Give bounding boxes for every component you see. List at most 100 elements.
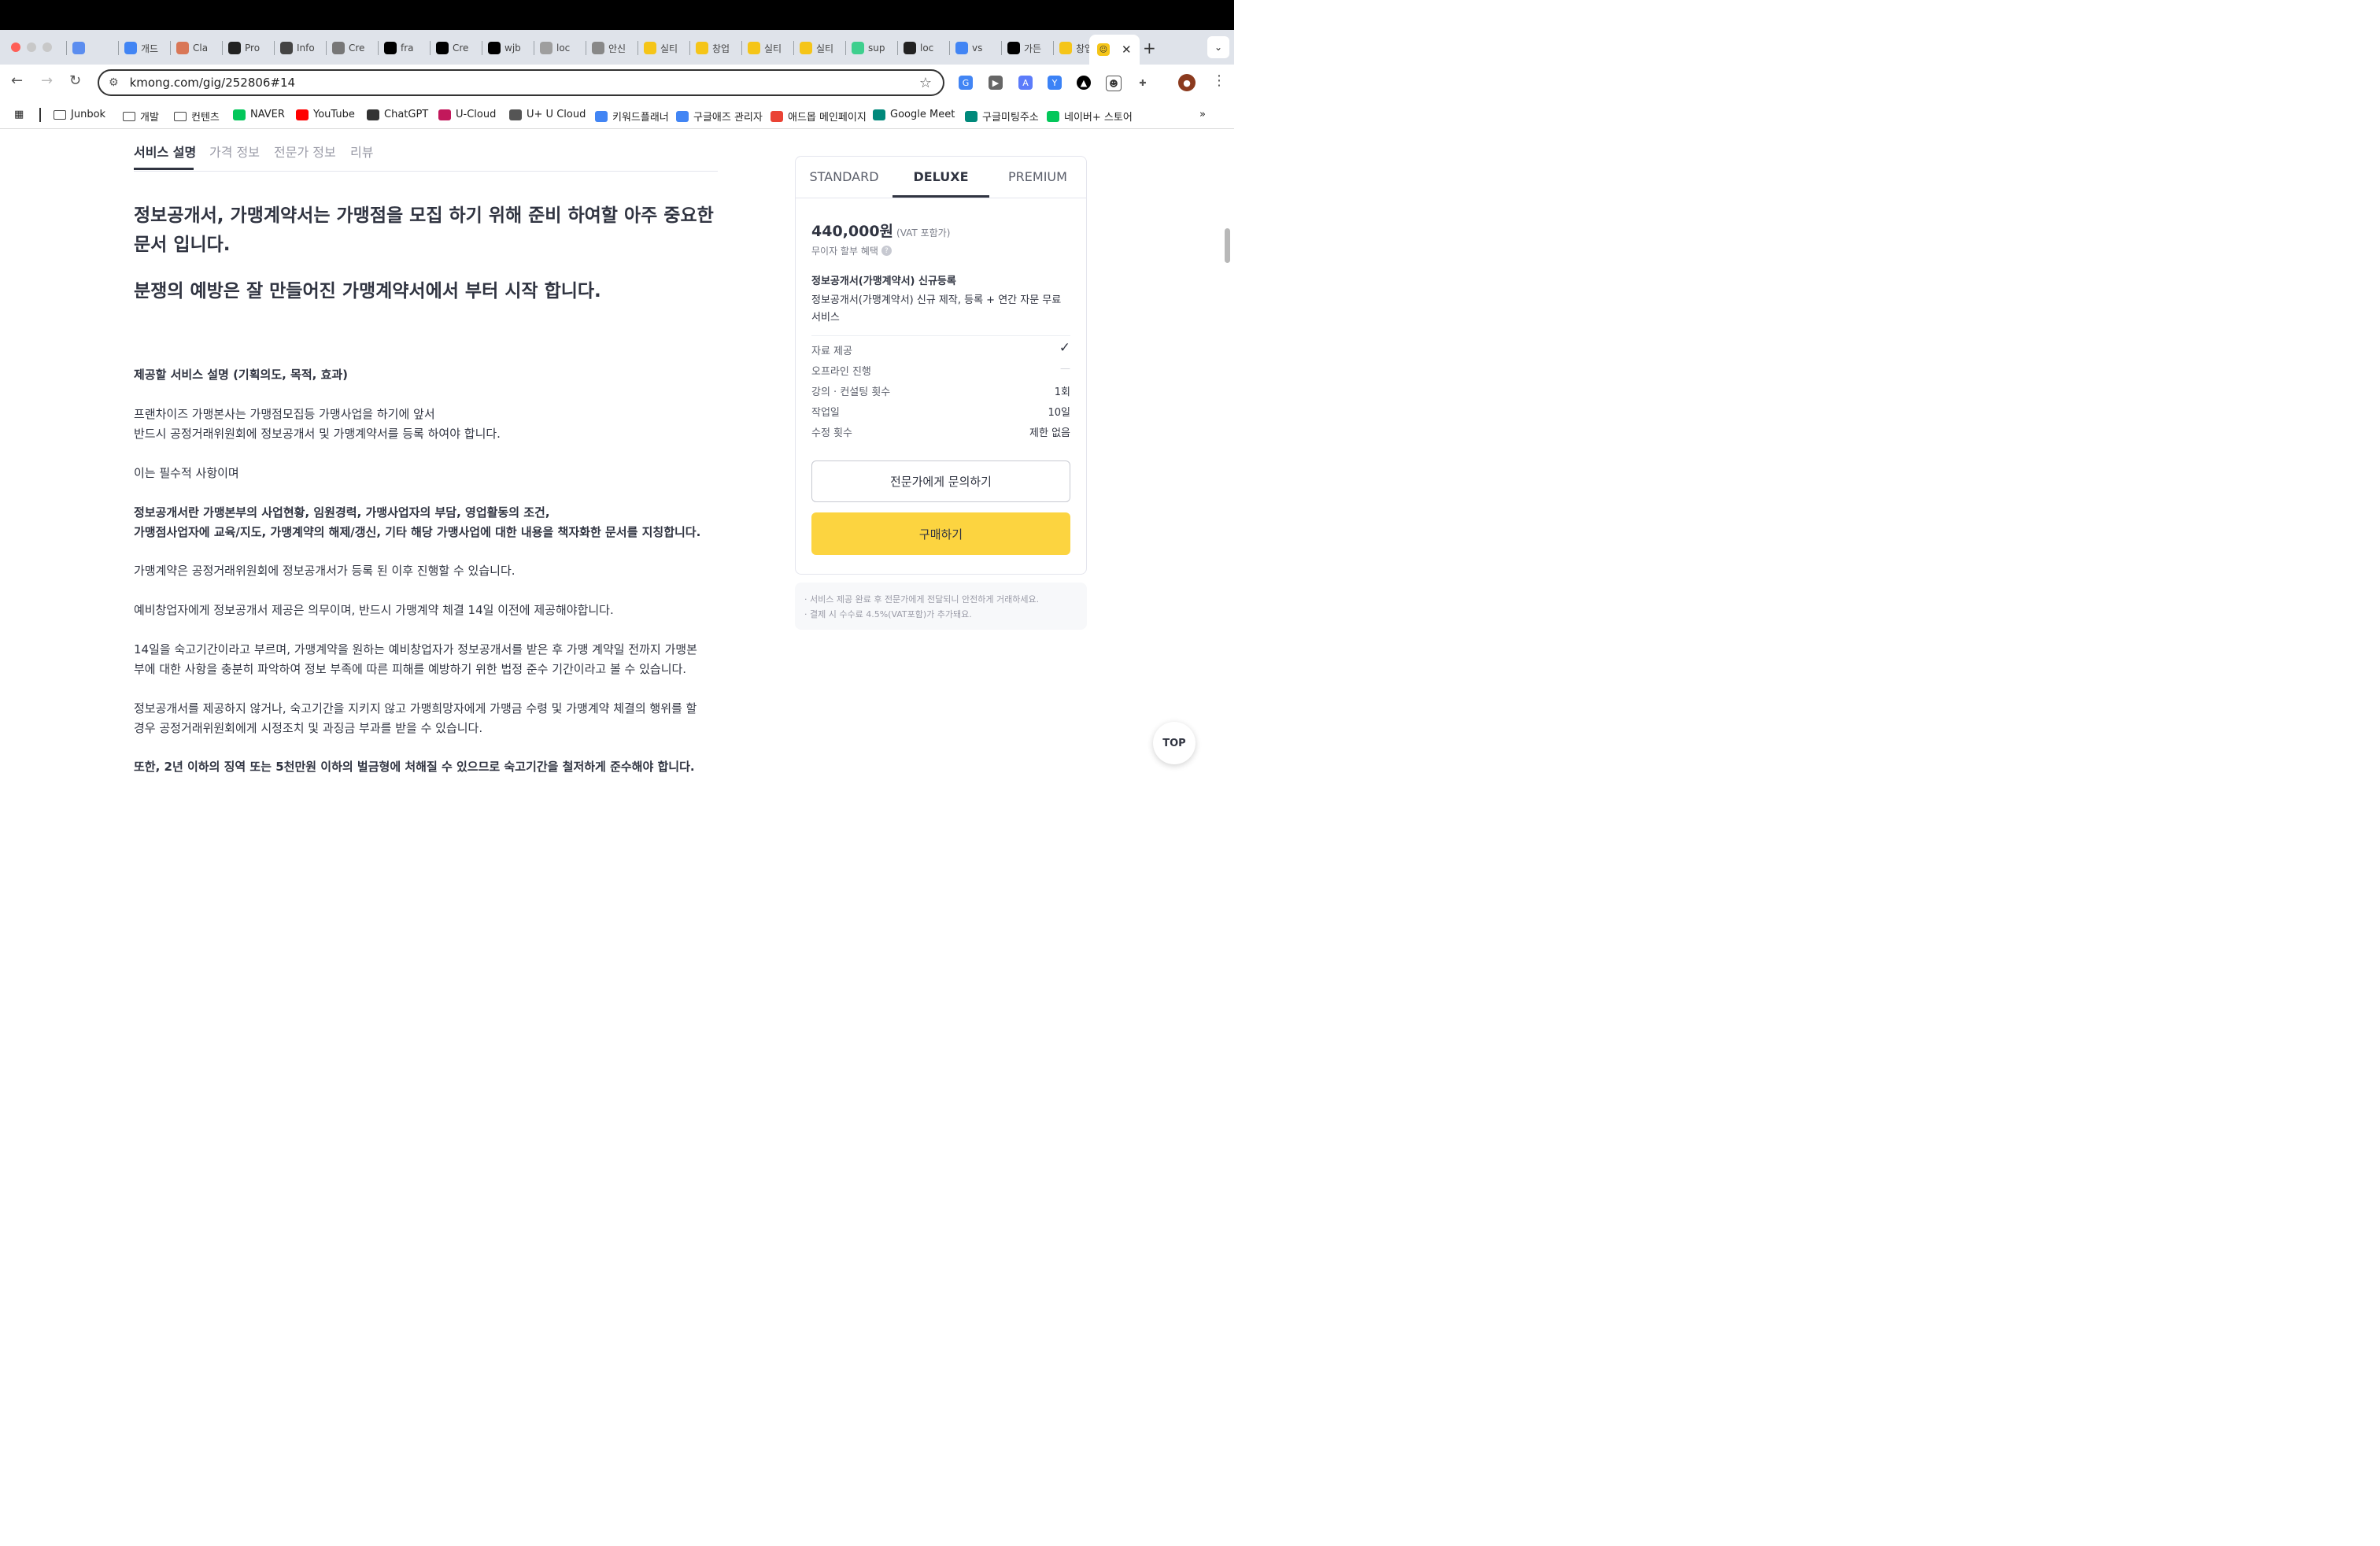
browser-tab-label: Cre <box>453 43 469 54</box>
tab-separator <box>170 41 171 55</box>
tab-separator <box>118 41 119 55</box>
browser-tab[interactable]: 실티 <box>800 38 842 58</box>
browser-tab[interactable]: 개드 <box>124 38 167 58</box>
bookmark-item[interactable]: Google Meet <box>873 109 955 120</box>
bookmark-item[interactable]: Junbok <box>54 109 105 120</box>
browser-tab[interactable]: 가든 <box>1007 38 1050 58</box>
admob-icon <box>771 110 783 122</box>
tab-premium[interactable]: PREMIUM <box>989 169 1086 184</box>
dev-extension-icon[interactable]: Y <box>1048 76 1062 90</box>
feature-row-materials: 자료 제공 ✓ <box>811 342 1070 358</box>
tab-separator <box>741 41 742 55</box>
google-ads-icon <box>595 110 608 122</box>
site-info-icon[interactable]: ⚙ <box>109 76 119 89</box>
browser-tab[interactable]: Info <box>280 38 323 58</box>
browser-tab-label: fra <box>401 43 414 54</box>
tab-favicon-icon <box>696 42 708 54</box>
tab-reviews[interactable]: 리뷰 <box>350 142 373 161</box>
address-bar[interactable]: ⚙ kmong.com/gig/252806#14 ☆ <box>98 69 944 96</box>
page-scrollbar[interactable] <box>1225 228 1230 263</box>
browser-tab[interactable]: loc <box>540 38 582 58</box>
bookmark-item[interactable]: 컨텐츠 <box>174 109 220 124</box>
bookmark-item[interactable]: U-Cloud <box>438 109 496 120</box>
bookmark-item[interactable]: 애드몹 메인페이지 <box>771 109 867 124</box>
paragraph-1-line-1: 프랜차이즈 가맹본사는 가맹점모집등 가맹사업을 하기에 앞서 <box>134 407 435 421</box>
language-extension-icon[interactable]: A <box>1018 76 1033 90</box>
installment-benefit: 무이자 할부 혜택? <box>811 244 892 257</box>
bookmark-item[interactable]: 키워드플래너 <box>595 109 669 124</box>
close-window-button[interactable] <box>11 43 20 52</box>
tab-separator <box>689 41 690 55</box>
browser-tab[interactable]: 창업 <box>696 38 738 58</box>
tab-standard[interactable]: STANDARD <box>796 169 893 184</box>
tab-favicon-icon <box>228 42 241 54</box>
browser-menu-icon[interactable]: ⋮ <box>1212 72 1226 89</box>
tab-favicon-icon <box>176 42 189 54</box>
browser-tab[interactable]: wjb <box>488 38 530 58</box>
apps-grid-icon[interactable]: ▦ <box>14 109 24 120</box>
feature-label: 작업일 <box>811 407 840 419</box>
browser-tab[interactable] <box>72 38 115 58</box>
feature-row-lectures: 강의 · 컨설팅 횟수 1회 <box>811 383 1070 398</box>
installment-label: 무이자 할부 혜택 <box>811 246 878 257</box>
profile-avatar[interactable]: ● <box>1178 74 1196 91</box>
bookmark-star-icon[interactable]: ☆ <box>919 75 932 91</box>
browser-tab[interactable]: Pro <box>228 38 271 58</box>
bookmark-item[interactable]: YouTube <box>296 109 355 120</box>
tab-favicon-icon <box>72 42 85 54</box>
bookmark-item[interactable]: 구글미팅주소 <box>965 109 1039 124</box>
help-icon[interactable]: ? <box>881 246 892 256</box>
tab-favicon-icon <box>644 42 656 54</box>
video-extension-icon[interactable]: ▶ <box>989 76 1003 90</box>
extensions-puzzle-icon[interactable]: ✚ <box>1136 76 1150 90</box>
tab-favicon-icon <box>384 42 397 54</box>
browser-tab[interactable]: 안신 <box>592 38 634 58</box>
scroll-top-button[interactable]: TOP <box>1153 722 1196 764</box>
forward-button[interactable]: → <box>41 72 53 89</box>
bookmark-item[interactable]: ChatGPT <box>367 109 428 120</box>
browser-tab[interactable]: 실티 <box>644 38 686 58</box>
notice-line-1: · 서비스 제공 완료 후 전문가에게 전달되니 안전하게 거래하세요. <box>804 594 1040 605</box>
tab-search-button[interactable]: ⌄ <box>1207 36 1229 58</box>
tab-separator <box>378 41 379 55</box>
paragraph-5: 예비창업자에게 정보공개서 제공은 의무이며, 반드시 가맹계약 체결 14일 … <box>134 603 614 617</box>
robot-extension-icon[interactable]: ☻ <box>1106 76 1122 91</box>
buy-button[interactable]: 구매하기 <box>811 512 1070 555</box>
contact-expert-button[interactable]: 전문가에게 문의하기 <box>811 460 1070 502</box>
bookmark-item[interactable]: 개발 <box>123 109 159 124</box>
browser-tab[interactable]: loc <box>904 38 946 58</box>
minimize-window-button[interactable] <box>27 43 36 52</box>
browser-tab[interactable]: 실티 <box>748 38 790 58</box>
more-bookmarks-icon[interactable]: » <box>1199 109 1206 120</box>
active-browser-tab[interactable]: ☺ ✕ <box>1089 35 1140 65</box>
translate-extension-icon[interactable]: G <box>959 76 973 90</box>
browser-tab[interactable]: Cre <box>436 38 479 58</box>
tab-separator <box>845 41 846 55</box>
browser-tab-label: loc <box>556 43 571 54</box>
browser-tab[interactable]: Cre <box>332 38 375 58</box>
tab-deluxe[interactable]: DELUXE <box>893 169 989 184</box>
feature-row-revisions: 수정 횟수 제한 없음 <box>811 424 1070 439</box>
browser-tab[interactable]: sup <box>852 38 894 58</box>
browser-tab-label: 안신 <box>608 43 626 54</box>
browser-tab[interactable]: fra <box>384 38 427 58</box>
close-tab-icon[interactable]: ✕ <box>1122 43 1132 57</box>
tab-expert-info[interactable]: 전문가 정보 <box>274 142 336 161</box>
back-button[interactable]: ← <box>11 72 23 89</box>
tab-separator <box>222 41 223 55</box>
reload-button[interactable]: ↻ <box>69 72 81 89</box>
browser-tab[interactable]: vs <box>955 38 998 58</box>
bookmark-label: YouTube <box>313 109 355 120</box>
zoom-window-button[interactable] <box>42 43 52 52</box>
tab-service-description[interactable]: 서비스 설명 <box>134 142 196 161</box>
new-tab-button[interactable]: + <box>1143 39 1156 57</box>
browser-tab[interactable]: Cla <box>176 38 219 58</box>
bookmark-label: 네이버+ 스토어 <box>1064 112 1133 124</box>
bookmark-item[interactable]: NAVER <box>233 109 285 120</box>
vercel-extension-icon[interactable]: ▲ <box>1077 76 1091 90</box>
bookmark-item[interactable]: U+ U Cloud <box>509 109 586 120</box>
tab-favicon-icon <box>436 42 449 54</box>
tab-price-info[interactable]: 가격 정보 <box>209 142 260 161</box>
bookmark-item[interactable]: 구글애즈 관리자 <box>676 109 763 124</box>
bookmark-item[interactable]: 네이버+ 스토어 <box>1047 109 1133 124</box>
